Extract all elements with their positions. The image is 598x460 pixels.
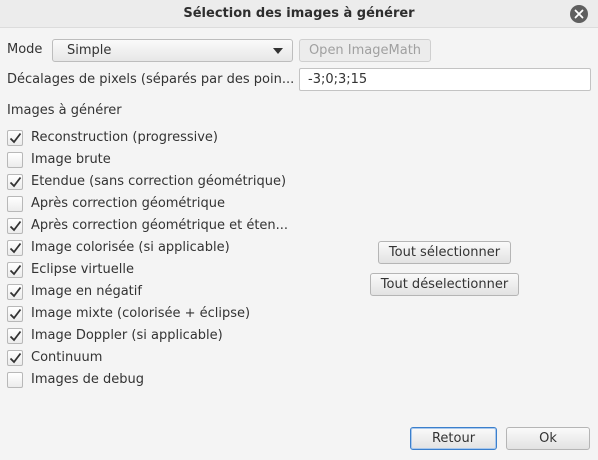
checkmark-icon [9, 176, 22, 188]
checkbox-box[interactable] [7, 306, 23, 322]
checkmark-icon [9, 242, 22, 254]
checkbox-label: Etendue (sans correction géométrique) [31, 174, 287, 189]
checkmark-icon [9, 220, 22, 232]
ok-button[interactable]: Ok [506, 427, 590, 450]
checkbox-label: Image brute [31, 152, 111, 167]
back-button[interactable]: Retour [410, 427, 497, 450]
checkbox-label: Image en négatif [31, 284, 142, 299]
checkbox-box[interactable] [7, 240, 23, 256]
checkbox-box[interactable] [7, 174, 23, 190]
mode-label: Mode [7, 42, 43, 57]
chevron-down-icon [273, 48, 283, 54]
checkbox-label: Image Doppler (si applicable) [31, 328, 223, 343]
close-button[interactable] [570, 5, 588, 23]
checkbox-box[interactable] [7, 130, 23, 146]
checkbox-label: Image mixte (colorisée + éclipse) [31, 306, 251, 321]
title-bar: Sélection des images à générer [0, 0, 598, 28]
checkmark-icon [9, 330, 22, 342]
pixel-offsets-label: Décalages de pixels (séparés par des poi… [7, 72, 295, 87]
checkbox-box[interactable] [7, 372, 23, 388]
checkmark-icon [9, 352, 22, 364]
checkbox-box[interactable] [7, 262, 23, 278]
checkbox-label: Eclipse virtuelle [31, 262, 134, 277]
select-all-button[interactable]: Tout sélectionner [378, 241, 511, 264]
mode-select[interactable]: Simple [52, 39, 293, 62]
checkmark-icon [9, 308, 22, 320]
checkbox-label: Image colorisée (si applicable) [31, 240, 230, 255]
checkmark-icon [9, 264, 22, 276]
checkbox-box[interactable] [7, 152, 23, 168]
checkbox-label: Après correction géométrique [31, 196, 225, 211]
checkbox-box[interactable] [7, 328, 23, 344]
checkmark-icon [9, 286, 22, 298]
checkbox-box[interactable] [7, 218, 23, 234]
checkbox-label: Images de debug [31, 372, 144, 387]
open-imagemath-button[interactable]: Open ImageMath [299, 39, 431, 62]
checkbox-box[interactable] [7, 350, 23, 366]
checkbox-box[interactable] [7, 284, 23, 300]
window-title: Sélection des images à générer [183, 6, 415, 21]
checkbox-box[interactable] [7, 196, 23, 212]
close-icon [574, 9, 584, 19]
mode-select-value: Simple [67, 43, 112, 58]
checkbox-label: Après correction géométrique et éten... [31, 218, 289, 233]
deselect-all-button[interactable]: Tout déselectionner [370, 273, 519, 296]
checkmark-icon [9, 132, 22, 144]
checkbox-label: Continuum [31, 350, 103, 365]
pixel-offsets-input[interactable]: -3;0;3;15 [299, 68, 591, 91]
checkbox-label: Reconstruction (progressive) [31, 130, 218, 145]
images-heading: Images à générer [7, 103, 122, 118]
